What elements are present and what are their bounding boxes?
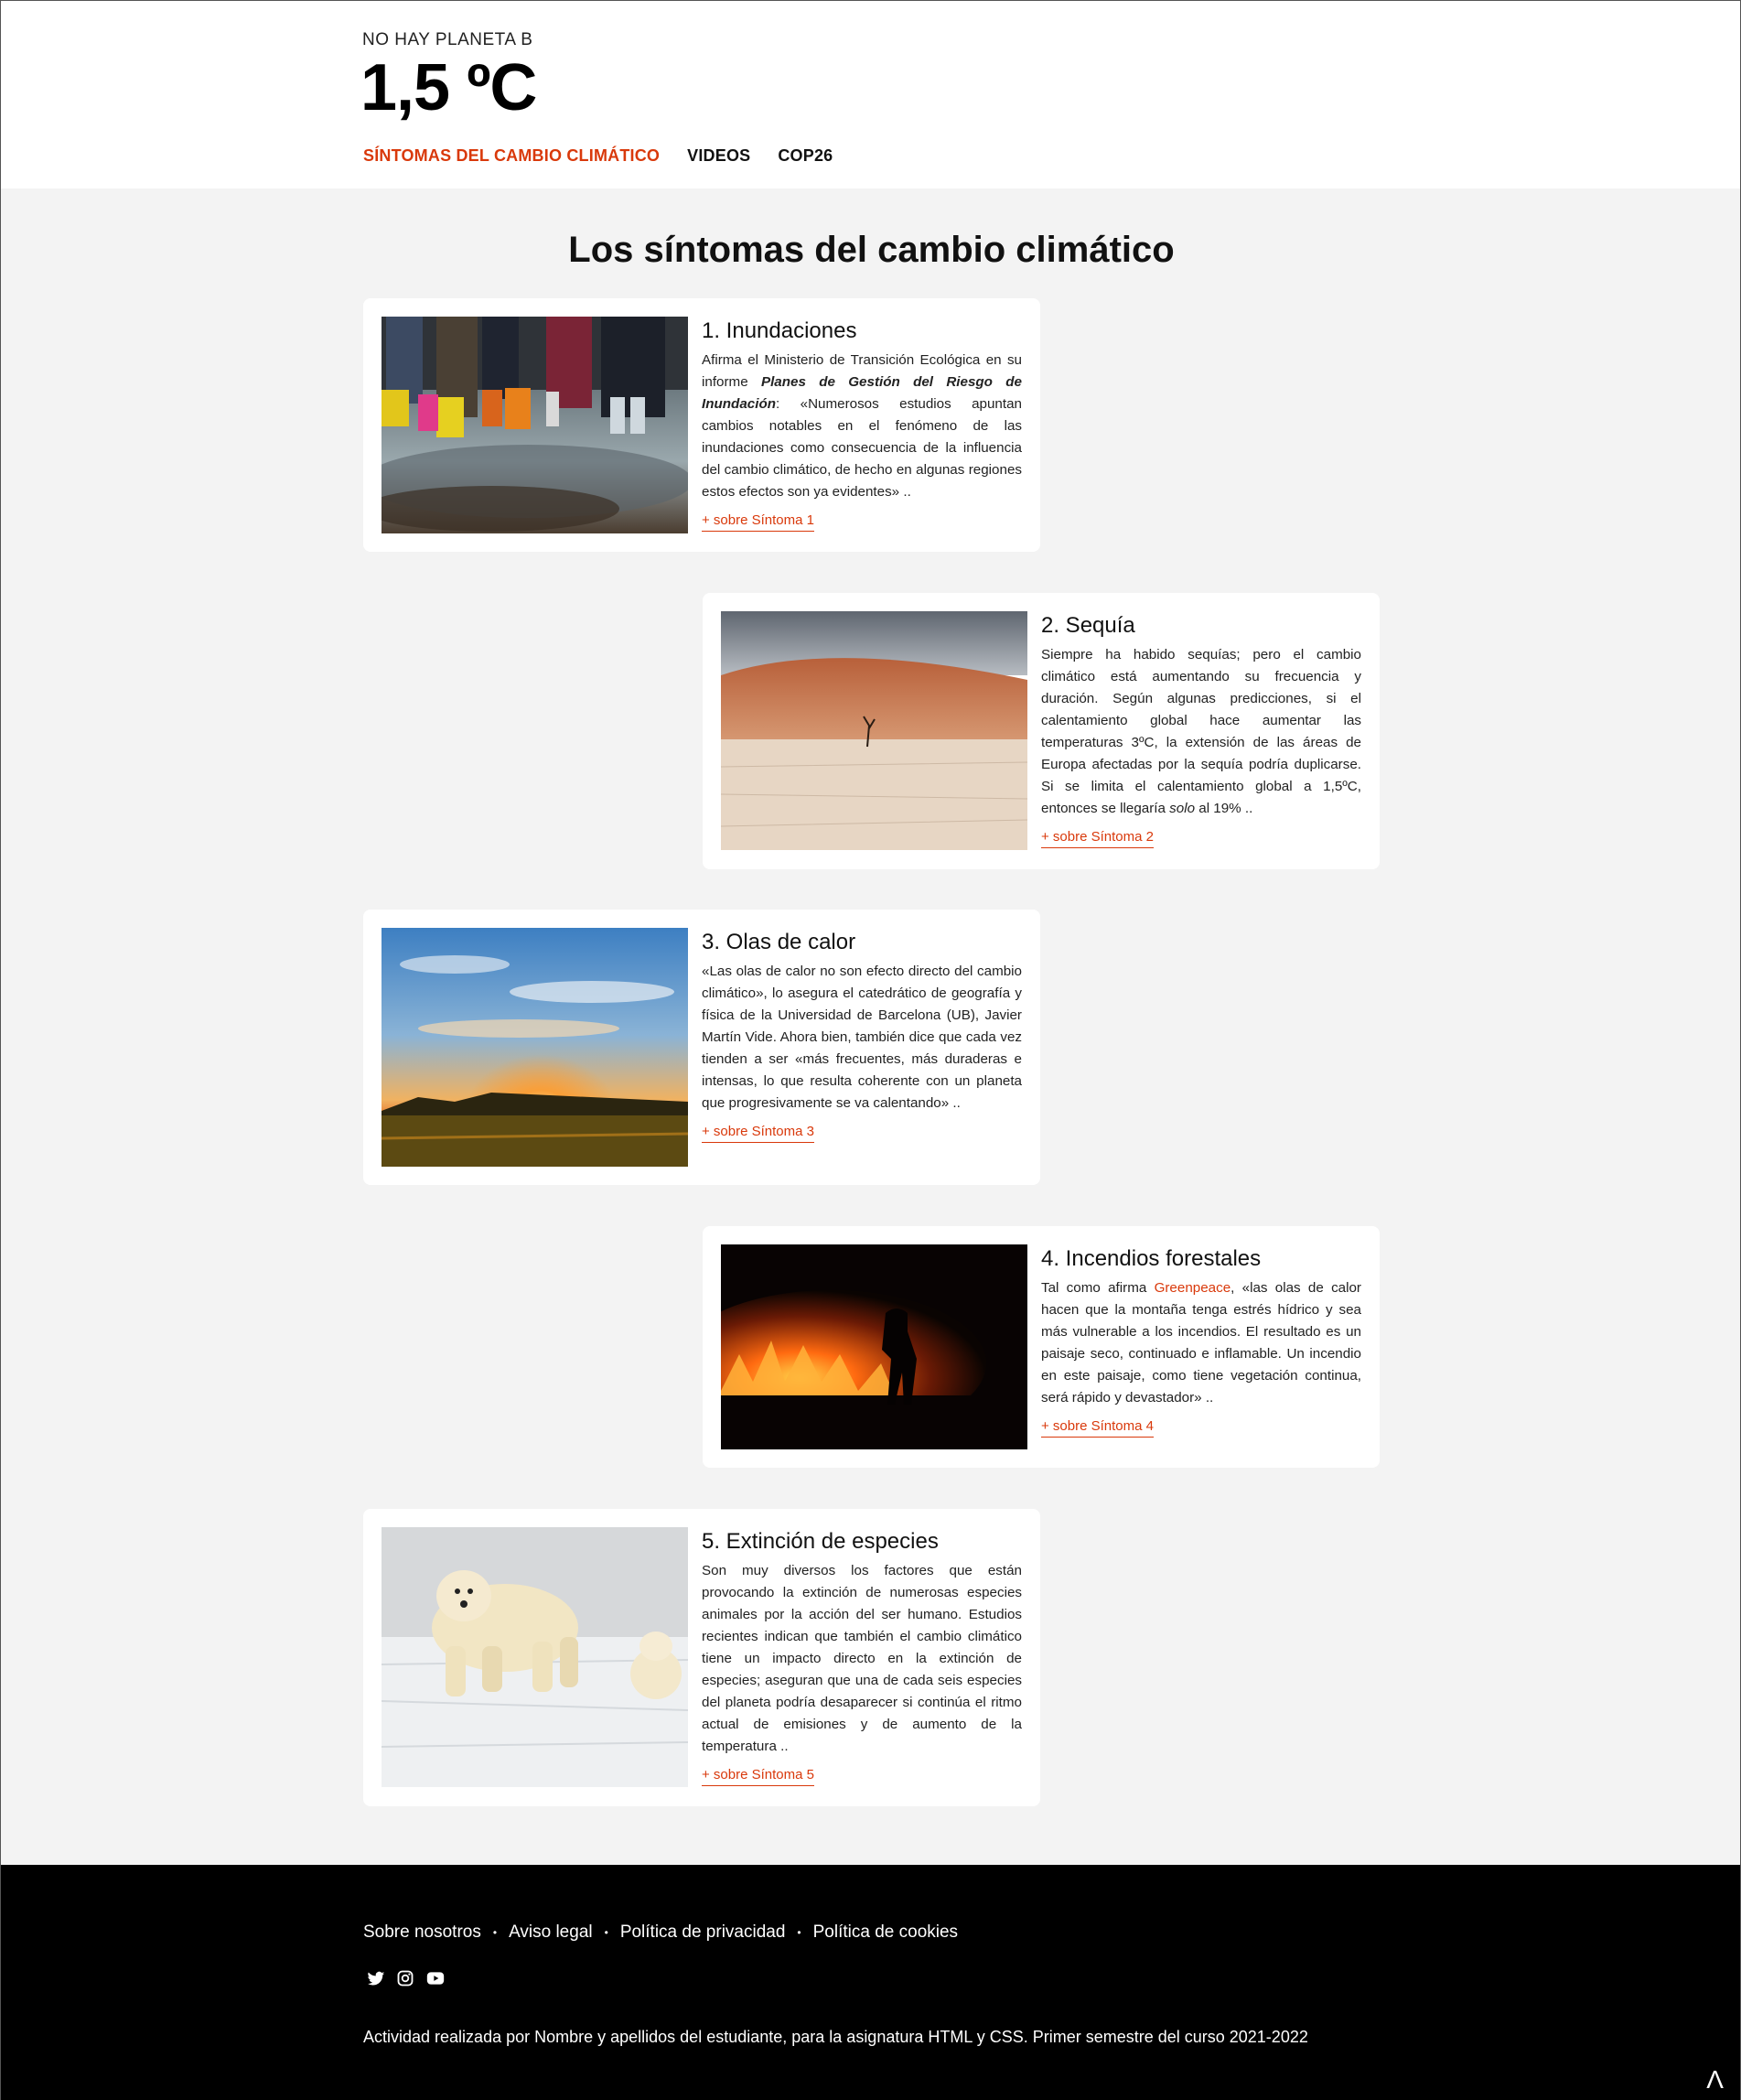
back-to-top-button[interactable]: Λ (1706, 2065, 1724, 2095)
symptom-card-2: 2. Sequía Siempre ha habido sequías; per… (703, 593, 1380, 869)
footer-links: Sobre nosotros • Aviso legal • Política … (363, 1922, 958, 1943)
card-text: «Las olas de calor no son efecto directo… (702, 964, 1022, 1111)
social-links (367, 1969, 445, 1987)
card-text: Siempre ha habido sequías; pero el cambi… (1041, 647, 1361, 816)
symptom-card-4: 4. Incendios forestales Tal como afirma … (703, 1226, 1380, 1468)
read-more-link-5[interactable]: + sobre Síntoma 5 (702, 1767, 814, 1786)
symptom-card-1: 1. Inundaciones Afirma el Ministerio de … (363, 298, 1040, 552)
card-title: 1. Inundaciones (702, 318, 857, 343)
card-title: 4. Incendios forestales (1041, 1246, 1262, 1271)
symptom-card-5: 5. Extinción de especies Son muy diverso… (363, 1509, 1040, 1806)
card-title: 3. Olas de calor (702, 930, 856, 954)
site-kicker: NO HAY PLANETA B (362, 30, 533, 49)
read-more-link-3[interactable]: + sobre Síntoma 3 (702, 1124, 814, 1143)
card-text: Afirma el Ministerio de Transición Ecoló… (702, 352, 1022, 500)
symptom-card-3: 3. Olas de calor «Las olas de calor no s… (363, 910, 1040, 1185)
wildfire-photo (721, 1244, 1027, 1449)
separator: • (492, 1926, 498, 1939)
nav-item-cop26[interactable]: COP26 (778, 146, 833, 166)
youtube-icon[interactable] (425, 1969, 445, 1987)
footer-link-about[interactable]: Sobre nosotros (363, 1922, 481, 1943)
separator: • (604, 1926, 608, 1939)
twitter-icon[interactable] (367, 1969, 385, 1987)
site-footer: Sobre nosotros • Aviso legal • Política … (1, 1865, 1740, 2100)
card-body: 1. Inundaciones Afirma el Ministerio de … (702, 317, 1022, 532)
card-text: Son muy diversos los factores que están … (702, 1563, 1022, 1754)
flood-photo (382, 317, 688, 533)
card-title: 5. Extinción de especies (702, 1529, 939, 1554)
card-body: 3. Olas de calor «Las olas de calor no s… (702, 928, 1022, 1143)
instagram-icon[interactable] (396, 1969, 414, 1987)
card-text: Tal como afirma Greenpeace, «las olas de… (1041, 1280, 1361, 1405)
separator: • (797, 1926, 801, 1939)
card-body: 4. Incendios forestales Tal como afirma … (1041, 1244, 1361, 1438)
nav-item-sintomas[interactable]: SÍNTOMAS DEL CAMBIO CLIMÁTICO (363, 146, 660, 166)
main-nav: SÍNTOMAS DEL CAMBIO CLIMÁTICO VIDEOS COP… (363, 146, 833, 166)
drought-photo (721, 611, 1027, 850)
footer-link-legal[interactable]: Aviso legal (509, 1922, 593, 1943)
nav-item-videos[interactable]: VIDEOS (687, 146, 750, 166)
site-logo[interactable]: 1,5 ºC (360, 50, 537, 125)
read-more-link-2[interactable]: + sobre Síntoma 2 (1041, 829, 1154, 848)
card-body: 5. Extinción de especies Son muy diverso… (702, 1527, 1022, 1786)
footer-credits: Actividad realizada por Nombre y apellid… (363, 2028, 1308, 2046)
footer-link-privacy[interactable]: Política de privacidad (620, 1922, 786, 1943)
read-more-link-4[interactable]: + sobre Síntoma 4 (1041, 1418, 1154, 1438)
card-body: 2. Sequía Siempre ha habido sequías; per… (1041, 611, 1361, 848)
page-title: Los síntomas del cambio climático (568, 230, 1175, 270)
footer-link-cookies[interactable]: Política de cookies (813, 1922, 958, 1943)
site-header: NO HAY PLANETA B 1,5 ºC SÍNTOMAS DEL CAM… (1, 1, 1740, 188)
greenpeace-link[interactable]: Greenpeace (1155, 1280, 1231, 1296)
sunset-photo (382, 928, 688, 1167)
card-title: 2. Sequía (1041, 613, 1135, 638)
polar-bears-photo (382, 1527, 688, 1787)
read-more-link-1[interactable]: + sobre Síntoma 1 (702, 512, 814, 532)
